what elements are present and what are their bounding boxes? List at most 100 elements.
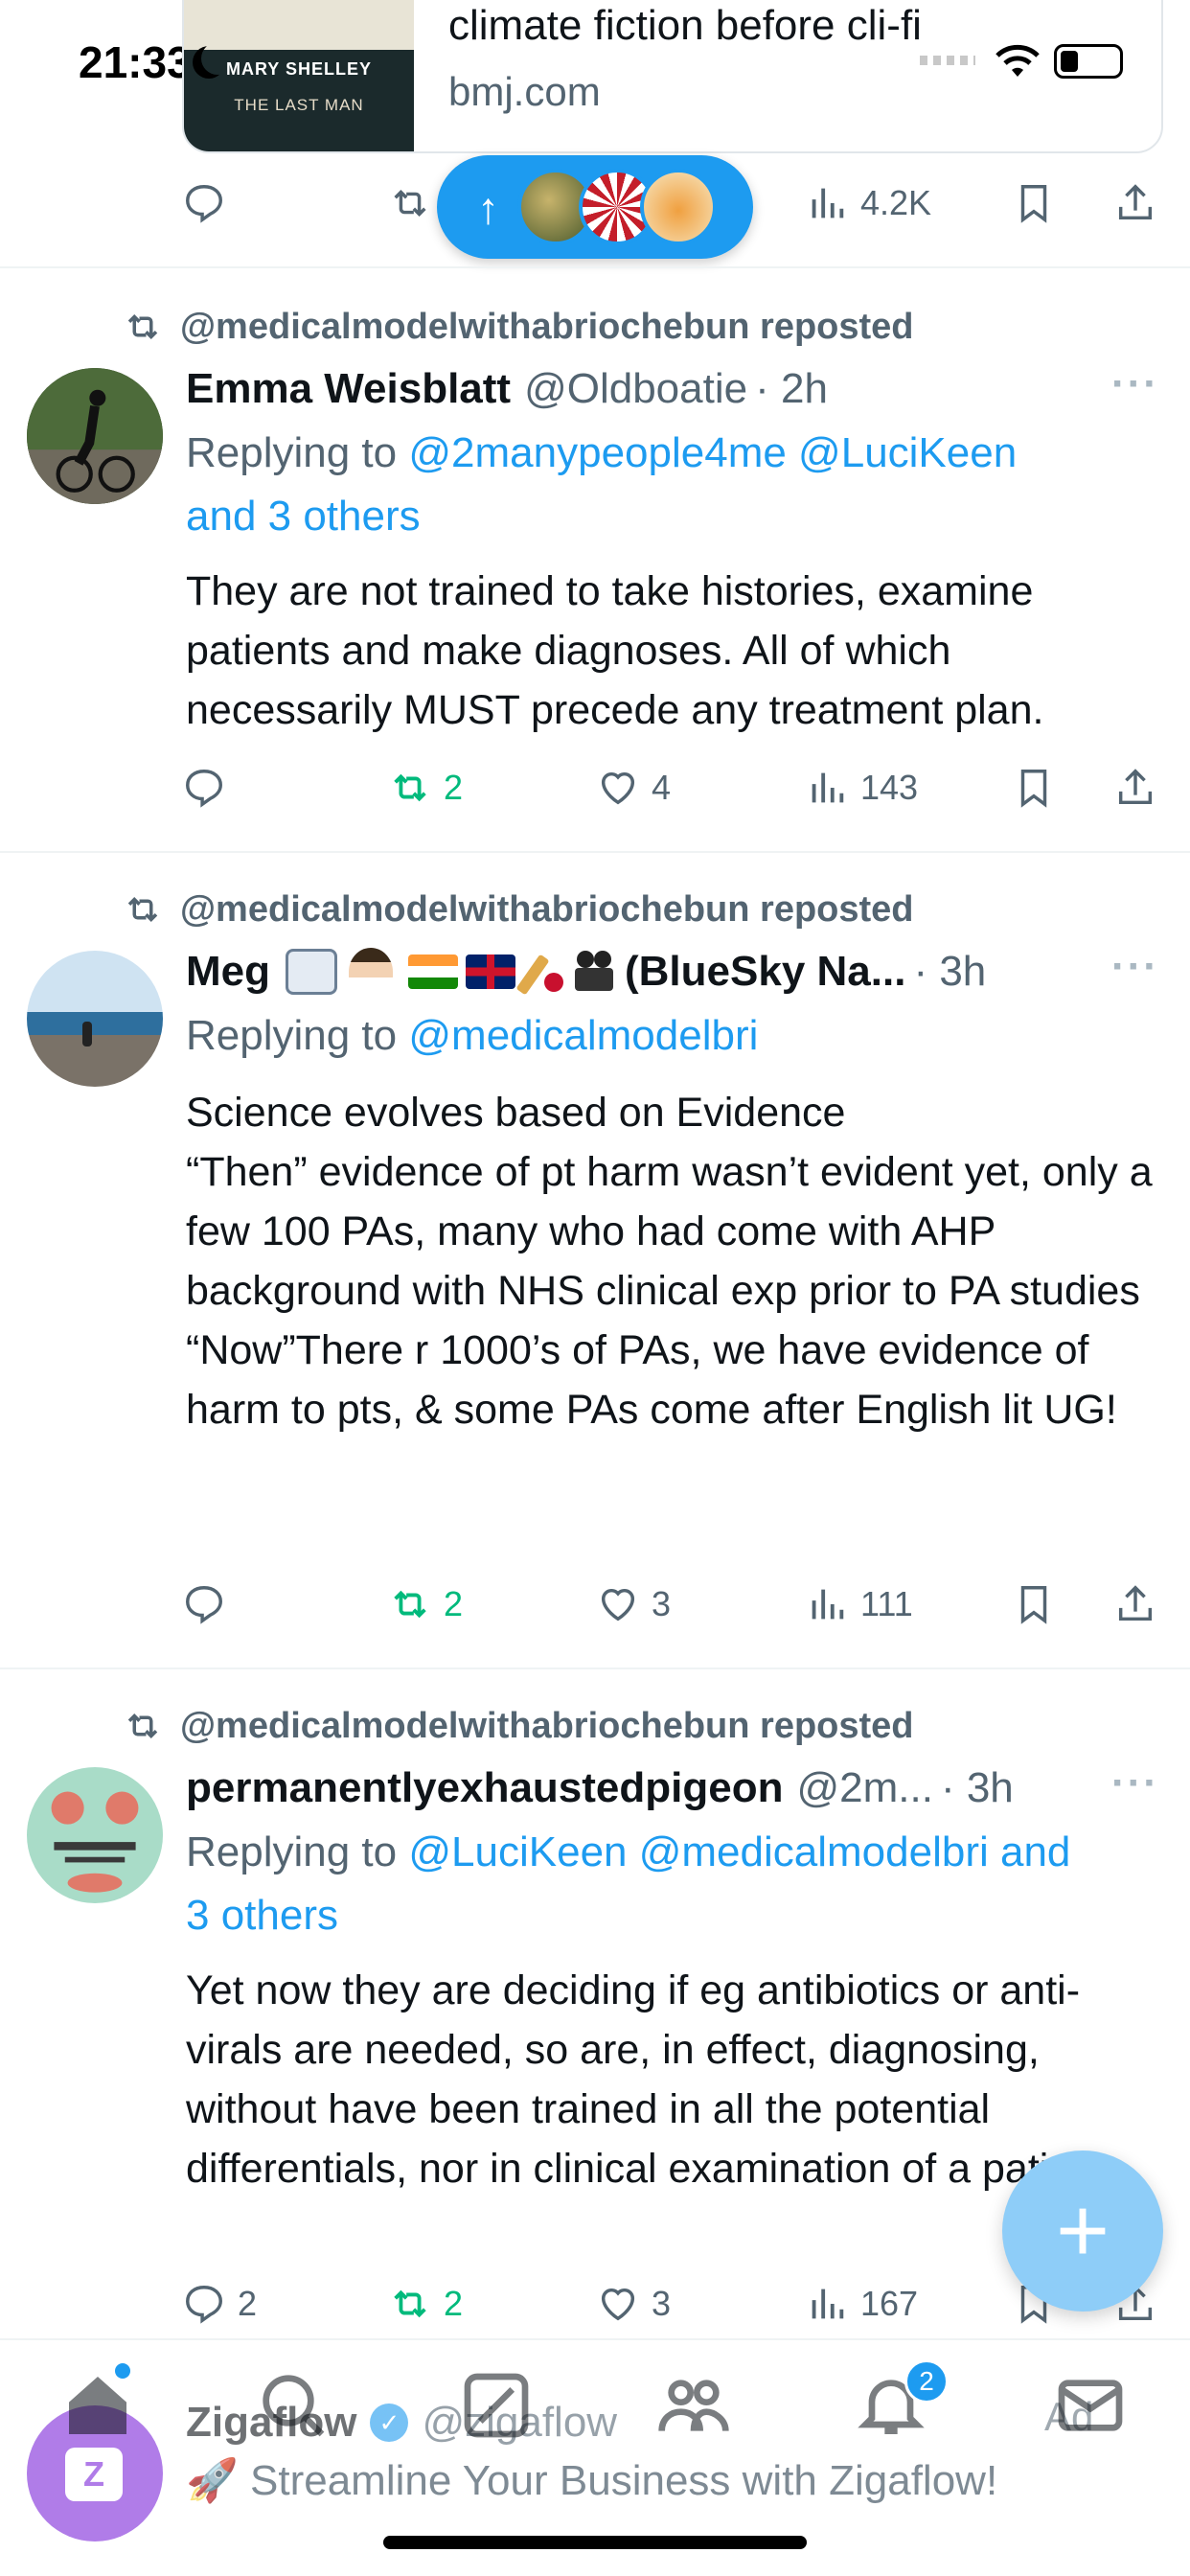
views-button[interactable]: 167 <box>805 2275 918 2333</box>
repost-icon <box>394 2289 426 2318</box>
repost-count: 2 <box>444 2284 464 2323</box>
views-button[interactable]: 4.2K <box>805 174 931 232</box>
people-emoji-icon <box>286 949 337 995</box>
more-icon[interactable]: ··· <box>1111 360 1159 418</box>
signal-icon <box>920 56 975 65</box>
reply-mentions[interactable]: @LuciKeen @medicalmodelbri and <box>408 1828 1070 1875</box>
arrow-up-icon: ↑ <box>477 183 499 233</box>
tweet-actions: 2 3 111 <box>182 1576 1153 1633</box>
communities-icon[interactable] <box>655 2367 732 2444</box>
verified-badge-icon: ✓ <box>370 2404 409 2442</box>
views-icon <box>812 2288 844 2319</box>
views-icon <box>812 1589 844 1620</box>
reply-prefix: Replying to <box>186 429 398 476</box>
like-icon <box>601 1588 635 1622</box>
thumbnail-title: THE LAST MAN <box>234 96 364 114</box>
avatar[interactable] <box>27 1767 163 1903</box>
more-icon[interactable]: ··· <box>1111 1760 1159 1817</box>
repost-icon <box>127 314 158 339</box>
reply-mentions[interactable]: @2manypeople4me @LuciKeen <box>408 429 1017 476</box>
do-not-disturb-icon <box>201 42 234 75</box>
tweet-actions: 2 2 3 167 <box>182 2275 1153 2333</box>
like-button[interactable]: 3 <box>596 1576 671 1633</box>
repost-label: @medicalmodelwithabriochebun reposted <box>180 1705 914 1746</box>
bookmark-icon <box>1020 770 1047 808</box>
user-handle[interactable]: @2m... <box>796 1764 932 1812</box>
repost-icon <box>127 1714 158 1738</box>
plus-icon: + <box>1055 2179 1110 2282</box>
tweet-time: · 3h <box>913 948 987 995</box>
india-flag-icon <box>408 954 458 989</box>
repost-button[interactable]: 2 <box>388 2275 463 2333</box>
display-name[interactable]: Emma Weisblatt <box>186 365 511 413</box>
uk-flag-icon <box>466 954 515 989</box>
new-posts-pill[interactable]: ↑ <box>437 155 753 259</box>
views-button[interactable]: 111 <box>805 1576 913 1633</box>
avatar[interactable] <box>27 368 163 504</box>
reply-count: 2 <box>238 2284 258 2323</box>
avatar[interactable] <box>27 951 163 1087</box>
reply-button[interactable]: 2 <box>182 2275 257 2333</box>
like-icon <box>601 2288 635 2321</box>
repost-button[interactable]: 2 <box>388 759 463 816</box>
tweet-header: Meg (BlueSky Na... · 3h <box>186 943 986 1000</box>
repost-count: 2 <box>444 1584 464 1623</box>
more-icon[interactable]: ··· <box>1111 943 1159 1000</box>
compose-button[interactable]: + <box>1002 2150 1163 2312</box>
display-name[interactable]: Meg <box>186 948 270 996</box>
reply-button[interactable] <box>182 1576 226 1633</box>
repost-icon <box>394 190 426 217</box>
like-count: 4 <box>652 768 672 807</box>
mail-icon[interactable] <box>1052 2367 1129 2444</box>
doctor-emoji-icon <box>349 948 393 996</box>
cricket-icon <box>515 948 567 996</box>
repost-button[interactable] <box>388 174 432 232</box>
like-icon <box>601 771 635 805</box>
battery-icon <box>1054 44 1123 79</box>
display-name[interactable]: permanentlyexhaustedpigeon <box>186 1764 783 1812</box>
replying-to: Replying to @medicalmodelbri <box>186 1004 1154 1068</box>
tweet-time: · 3h <box>940 1764 1014 1811</box>
user-handle[interactable]: @Oldboatie <box>524 365 747 413</box>
bookmark-button[interactable] <box>1012 759 1056 816</box>
grok-icon[interactable] <box>458 2367 535 2444</box>
like-button[interactable]: 3 <box>596 2275 671 2333</box>
repost-button[interactable]: 2 <box>388 1576 463 1633</box>
share-button[interactable] <box>1113 174 1157 232</box>
divider <box>0 851 1190 853</box>
views-button[interactable]: 143 <box>805 759 918 816</box>
link-title: climate fiction before cli-fi <box>448 2 922 49</box>
search-icon[interactable] <box>255 2367 332 2444</box>
bookmark-button[interactable] <box>1012 174 1056 232</box>
reply-button[interactable] <box>182 759 226 816</box>
views-icon <box>812 188 844 218</box>
ad-header: Zigaflow ✓ @zigaflow <box>186 2394 617 2451</box>
bookmark-button[interactable] <box>1012 1576 1056 1633</box>
reply-button[interactable] <box>182 174 226 232</box>
divider <box>0 2338 1190 2340</box>
divider <box>0 266 1190 268</box>
movie-camera-icon <box>573 951 625 993</box>
reply-others-link[interactable]: 3 others <box>186 1892 338 1939</box>
home-icon[interactable] <box>59 2367 136 2444</box>
tweet-text-line: “Then” evidence of pt harm wasn’t eviden… <box>186 1149 1153 1314</box>
repost-count: 2 <box>444 768 464 807</box>
share-button[interactable] <box>1113 1576 1157 1633</box>
display-name-rest[interactable]: (BlueSky Na... <box>625 948 905 996</box>
avatar-figure-image <box>82 1022 92 1046</box>
link-domain: bmj.com <box>448 69 601 114</box>
status-indicators <box>920 42 1140 80</box>
reply-others-link[interactable]: and 3 others <box>186 493 421 540</box>
home-indicator[interactable] <box>383 2536 807 2549</box>
share-icon <box>1118 184 1153 220</box>
tweet-time: · 2h <box>755 365 828 412</box>
tweet-actions: 2 4 143 <box>182 759 1153 816</box>
like-button[interactable]: 4 <box>596 759 671 816</box>
like-count: 3 <box>652 1584 672 1623</box>
reply-mentions[interactable]: @medicalmodelbri <box>408 1012 758 1059</box>
tweet-text: They are not trained to take histories, … <box>186 568 1044 733</box>
reply-icon <box>186 2286 222 2324</box>
share-button[interactable] <box>1113 759 1157 816</box>
status-time: 21:33 <box>79 37 192 87</box>
tweet-text-line: “Now”There r 1000’s of PAs, we have evid… <box>186 1327 1117 1433</box>
